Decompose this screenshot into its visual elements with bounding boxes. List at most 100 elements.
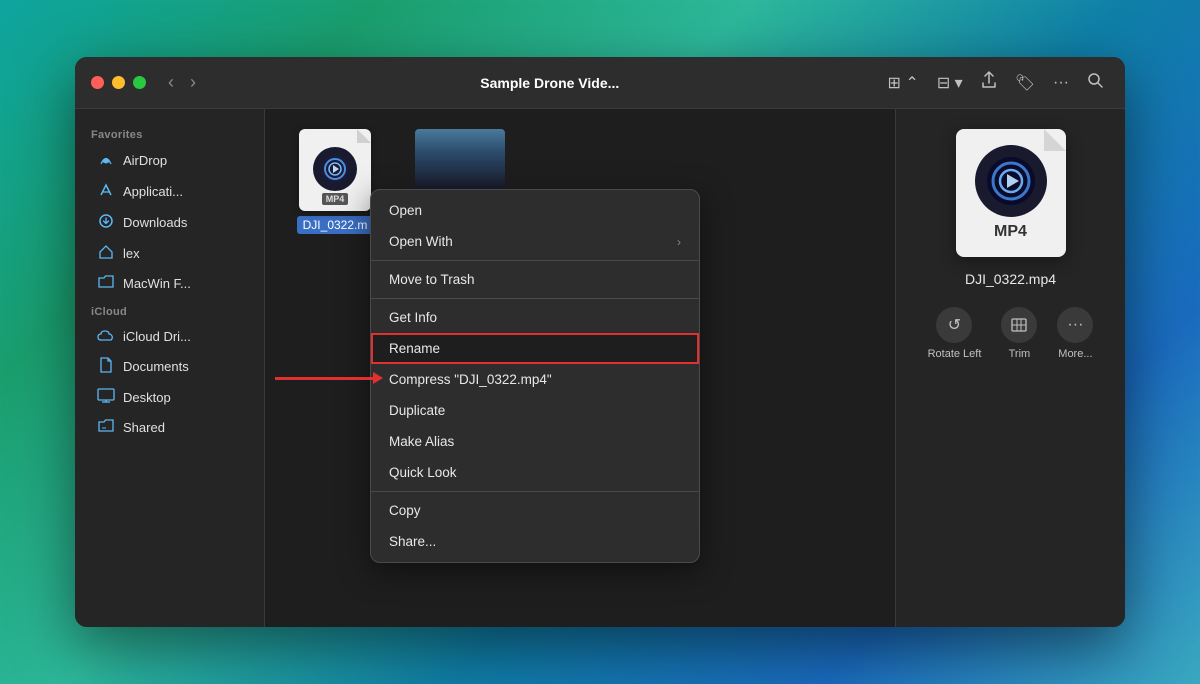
content-area: Favorites AirDrop (75, 109, 1125, 627)
sidebar-label-applications: Applicati... (123, 184, 183, 199)
sidebar-item-macwinf[interactable]: MacWin F... (81, 269, 258, 298)
sidebar-label-lex: lex (123, 246, 140, 261)
favorites-header: Favorites (75, 121, 264, 145)
shared-folder-icon (97, 419, 115, 436)
preview-file-icon: MP4 (956, 129, 1066, 257)
more-button[interactable]: ··· (1047, 70, 1075, 96)
sidebar-item-applications[interactable]: Applicati... (81, 176, 258, 207)
more-icon: ··· (1057, 307, 1093, 343)
ctx-compress-label: Compress "DJI_0322.mp4" (389, 372, 552, 387)
mp4-badge-small: MP4 (322, 193, 349, 205)
ctx-open-label: Open (389, 203, 422, 218)
fullscreen-button[interactable] (133, 76, 146, 89)
video-thumbnail (415, 129, 505, 189)
nav-buttons: ‹ › (162, 70, 202, 95)
more-label: More... (1058, 348, 1092, 360)
sidebar-item-shared[interactable]: Shared (81, 413, 258, 442)
desktop-icon (97, 388, 115, 407)
toolbar: ⊞ ⌃ ⊟ ▾ 🏷 ··· (882, 67, 1109, 98)
sidebar-label-documents: Documents (123, 359, 189, 374)
ctx-copy[interactable]: Copy (371, 495, 699, 526)
ctx-quick-look[interactable]: Quick Look (371, 457, 699, 488)
sidebar-item-desktop[interactable]: Desktop (81, 382, 258, 413)
titlebar: ‹ › Sample Drone Vide... ⊞ ⌃ ⊟ ▾ 🏷 ··· (75, 57, 1125, 109)
ctx-get-info[interactable]: Get Info (371, 302, 699, 333)
view-options-button[interactable]: ⊟ ▾ (931, 69, 969, 97)
sidebar-label-desktop: Desktop (123, 390, 171, 405)
sidebar-item-icloud[interactable]: iCloud Dri... (81, 322, 258, 351)
forward-button[interactable]: › (184, 70, 202, 95)
ctx-divider-2 (371, 298, 699, 299)
documents-icon (97, 357, 115, 376)
file-item-video2[interactable] (410, 129, 510, 189)
airdrop-icon (97, 151, 115, 170)
ctx-share[interactable]: Share... (371, 526, 699, 557)
thumbnail-image (415, 129, 505, 189)
search-button[interactable] (1081, 68, 1109, 97)
file-name-dji0322: DJI_0322.m (297, 216, 374, 234)
preview-panel: MP4 DJI_0322.mp4 ↺ Rotate Left (895, 109, 1125, 627)
file-area[interactable]: MP4 DJI_0322.m Open Open With › (265, 109, 895, 627)
traffic-lights (91, 76, 146, 89)
ctx-arrow-icon: › (677, 235, 681, 249)
minimize-button[interactable] (112, 76, 125, 89)
sidebar-label-downloads: Downloads (123, 215, 187, 230)
icloud-header: iCloud (75, 298, 264, 322)
ctx-share-label: Share... (389, 534, 436, 549)
quicktime-icon-small (313, 147, 357, 191)
ctx-duplicate[interactable]: Duplicate (371, 395, 699, 426)
applications-icon (97, 182, 115, 201)
finder-window: ‹ › Sample Drone Vide... ⊞ ⌃ ⊟ ▾ 🏷 ··· (75, 57, 1125, 627)
sidebar-label-macwinf: MacWin F... (123, 276, 191, 291)
arrow-line (275, 377, 375, 380)
ctx-compress[interactable]: Compress "DJI_0322.mp4" (371, 364, 699, 395)
sidebar-item-downloads[interactable]: Downloads (81, 207, 258, 238)
ctx-copy-label: Copy (389, 503, 421, 518)
icloud-icon (97, 328, 115, 345)
trim-label: Trim (1009, 348, 1031, 360)
rotate-left-icon: ↺ (936, 307, 972, 343)
ctx-duplicate-label: Duplicate (389, 403, 445, 418)
trim-button[interactable]: Trim (1001, 307, 1037, 360)
sidebar-item-lex[interactable]: lex (81, 238, 258, 269)
view-grid-button[interactable]: ⊞ ⌃ (882, 69, 925, 97)
more-button-preview[interactable]: ··· More... (1057, 307, 1093, 360)
share-button[interactable] (975, 67, 1003, 98)
ctx-move-trash-label: Move to Trash (389, 272, 475, 287)
home-icon (97, 244, 115, 263)
rotate-left-button[interactable]: ↺ Rotate Left (928, 307, 982, 360)
context-menu: Open Open With › Move to Trash Get Info … (370, 189, 700, 563)
ctx-rename[interactable]: Rename (371, 333, 699, 364)
back-button[interactable]: ‹ (162, 70, 180, 95)
ctx-get-info-label: Get Info (389, 310, 437, 325)
preview-mp4-label: MP4 (994, 223, 1027, 241)
sidebar-label-icloud: iCloud Dri... (123, 329, 191, 344)
file-icon: MP4 (299, 129, 371, 211)
ctx-make-alias-label: Make Alias (389, 434, 454, 449)
ctx-rename-label: Rename (389, 341, 440, 356)
sidebar-label-shared: Shared (123, 420, 165, 435)
tag-button[interactable]: 🏷 (1009, 69, 1041, 97)
window-title: Sample Drone Vide... (218, 75, 882, 91)
folder-icon-macwin (97, 275, 115, 292)
preview-filename: DJI_0322.mp4 (965, 271, 1056, 287)
ctx-open-with-label: Open With (389, 234, 453, 249)
ctx-move-trash[interactable]: Move to Trash (371, 264, 699, 295)
rotate-left-label: Rotate Left (928, 348, 982, 360)
sidebar: Favorites AirDrop (75, 109, 265, 627)
sidebar-item-documents[interactable]: Documents (81, 351, 258, 382)
ctx-make-alias[interactable]: Make Alias (371, 426, 699, 457)
ctx-open[interactable]: Open (371, 195, 699, 226)
ctx-open-with[interactable]: Open With › (371, 226, 699, 257)
ctx-divider-3 (371, 491, 699, 492)
sidebar-label-airdrop: AirDrop (123, 153, 167, 168)
downloads-icon (97, 213, 115, 232)
preview-quicktime-icon (975, 145, 1047, 217)
arrow-annotation (275, 377, 375, 380)
trim-icon (1001, 307, 1037, 343)
ctx-quick-look-label: Quick Look (389, 465, 457, 480)
sidebar-item-airdrop[interactable]: AirDrop (81, 145, 258, 176)
close-button[interactable] (91, 76, 104, 89)
preview-actions: ↺ Rotate Left Trim ··· (928, 307, 1094, 360)
ctx-divider-1 (371, 260, 699, 261)
